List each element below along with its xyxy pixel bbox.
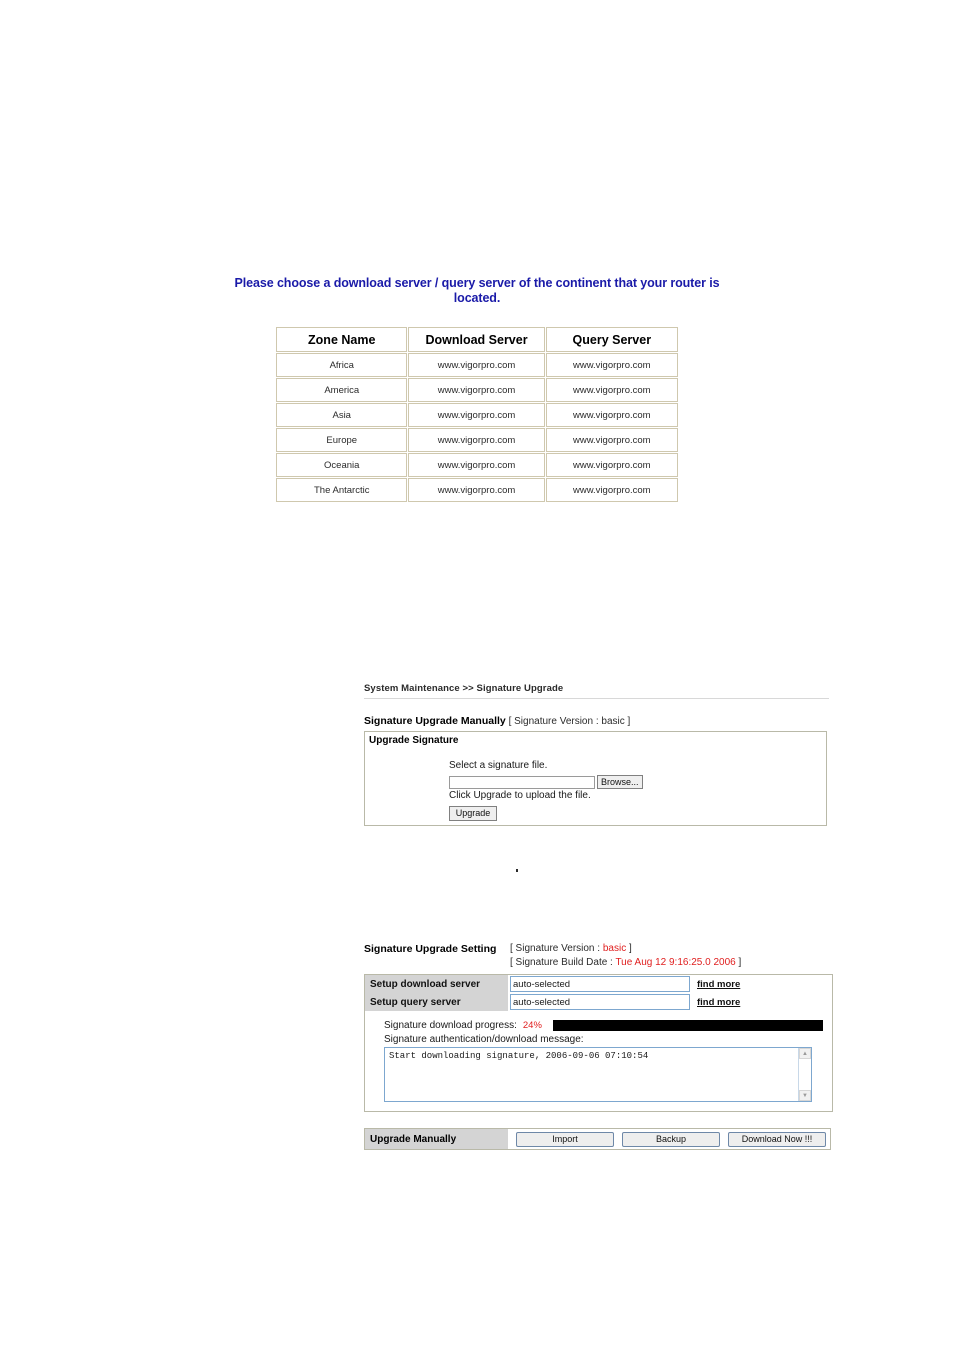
query-server-input[interactable] [510, 994, 690, 1010]
cell-download-server: www.vigorpro.com [408, 353, 545, 377]
cell-download-server: www.vigorpro.com [408, 403, 545, 427]
build-date-prefix: [ Signature Build Date : [510, 957, 616, 968]
upgrade-button[interactable]: Upgrade [449, 806, 497, 821]
setting-panel: Setup download server find more Setup qu… [364, 974, 833, 1112]
cell-download-server: www.vigorpro.com [408, 378, 545, 402]
message-label: Signature authentication/download messag… [384, 1034, 584, 1045]
download-message-box[interactable]: Start downloading signature, 2006-09-06 … [384, 1047, 812, 1102]
signature-build-date-line: [ Signature Build Date : Tue Aug 12 9:16… [510, 956, 741, 970]
table-row: Asia www.vigorpro.com www.vigorpro.com [276, 403, 678, 427]
zone-server-section: Please choose a download server / query … [0, 276, 954, 503]
manual-upgrade-title-row: Signature Upgrade Manually [ Signature V… [364, 715, 829, 728]
click-upgrade-hint: Click Upgrade to upload the file. [449, 790, 591, 801]
signature-version-meta: [ Signature Version : basic ] [508, 716, 631, 727]
zone-server-table: Zone Name Download Server Query Server A… [275, 326, 679, 503]
download-server-find-more-link[interactable]: find more [697, 979, 740, 990]
cell-query-server: www.vigorpro.com [545, 403, 678, 427]
upgrade-manually-action-bar: Upgrade Manually Import Backup Download … [364, 1128, 831, 1150]
page-title: Signature Upgrade Manually [364, 715, 506, 727]
cell-zone-name: Asia [276, 403, 408, 427]
upgrade-signature-box: Upgrade Signature Select a signature fil… [364, 731, 827, 826]
cell-query-server: www.vigorpro.com [545, 353, 678, 377]
progress-percent: 24% [522, 1020, 542, 1031]
breadcrumb: System Maintenance >> Signature Upgrade [364, 683, 829, 699]
table-row: Europe www.vigorpro.com www.vigorpro.com [276, 428, 678, 452]
cell-zone-name: Oceania [276, 453, 408, 477]
cell-zone-name: The Antarctic [276, 478, 408, 502]
table-row: Oceania www.vigorpro.com www.vigorpro.co… [276, 453, 678, 477]
column-header-zone-name: Zone Name [276, 327, 408, 352]
download-server-row: Setup download server find more [365, 975, 832, 993]
download-server-input[interactable] [510, 976, 690, 992]
query-server-find-more-link[interactable]: find more [697, 997, 740, 1008]
build-date-suffix: ] [735, 957, 742, 968]
upgrade-signature-box-title: Upgrade Signature [369, 735, 459, 746]
setting-meta-block: [ Signature Version : basic ] [ Signatur… [510, 942, 741, 970]
signature-version-line: [ Signature Version : basic ] [510, 942, 741, 956]
build-date-value: Tue Aug 12 9:16:25.0 2006 [615, 957, 736, 968]
query-server-label: Setup query server [365, 993, 508, 1011]
signature-file-input[interactable] [449, 775, 595, 789]
cell-query-server: www.vigorpro.com [545, 453, 678, 477]
signature-upgrade-setting-section: Signature Upgrade Setting [ Signature Ve… [364, 942, 839, 1112]
signature-upgrade-manual-section: System Maintenance >> Signature Upgrade … [364, 683, 829, 826]
version-suffix: ] [626, 943, 632, 954]
import-button[interactable]: Import [516, 1131, 614, 1147]
cell-query-server: www.vigorpro.com [545, 378, 678, 402]
file-input-row: Browse... [449, 775, 826, 789]
version-value: basic [602, 943, 627, 954]
message-scrollbar[interactable]: ▲ ▼ [798, 1048, 811, 1101]
backup-button[interactable]: Backup [622, 1131, 720, 1147]
progress-row: Signature download progress: 24% [384, 1020, 832, 1031]
table-header-row: Zone Name Download Server Query Server [276, 327, 678, 352]
progress-label: Signature download progress: [384, 1020, 517, 1031]
scroll-up-arrow-icon[interactable]: ▲ [799, 1048, 811, 1059]
query-server-row: Setup query server find more [365, 993, 832, 1011]
setting-title: Signature Upgrade Setting [364, 943, 497, 955]
table-row: Africa www.vigorpro.com www.vigorpro.com [276, 353, 678, 377]
cell-download-server: www.vigorpro.com [408, 453, 545, 477]
select-file-label: Select a signature file. [449, 760, 548, 771]
download-server-label: Setup download server [365, 975, 508, 993]
version-prefix: [ Signature Version : [510, 943, 603, 954]
upgrade-signature-form: Select a signature file. Browse... Click… [365, 746, 826, 821]
cell-download-server: www.vigorpro.com [408, 478, 545, 502]
cell-zone-name: America [276, 378, 408, 402]
panel-bottom-spacer [365, 1102, 832, 1111]
column-header-query-server: Query Server [545, 327, 678, 352]
cell-query-server: www.vigorpro.com [545, 428, 678, 452]
setting-header: Signature Upgrade Setting [ Signature Ve… [364, 942, 839, 970]
cell-query-server: www.vigorpro.com [545, 478, 678, 502]
column-header-download-server: Download Server [408, 327, 545, 352]
zone-section-heading: Please choose a download server / query … [234, 276, 720, 305]
progress-bar [552, 1020, 823, 1031]
page-dot-artifact [516, 869, 518, 872]
cell-zone-name: Europe [276, 428, 408, 452]
zone-table-wrapper: Zone Name Download Server Query Server A… [275, 326, 679, 503]
browse-button[interactable]: Browse... [597, 775, 643, 789]
download-message-text: Start downloading signature, 2006-09-06 … [389, 1051, 649, 1061]
action-bar-label: Upgrade Manually [365, 1129, 508, 1149]
scroll-down-arrow-icon[interactable]: ▼ [799, 1090, 811, 1101]
download-now-button[interactable]: Download Now !!! [728, 1131, 826, 1147]
cell-zone-name: Africa [276, 353, 408, 377]
table-row: America www.vigorpro.com www.vigorpro.co… [276, 378, 678, 402]
cell-download-server: www.vigorpro.com [408, 428, 545, 452]
download-progress-area: Signature download progress: 24% Signatu… [365, 1011, 832, 1102]
table-row: The Antarctic www.vigorpro.com www.vigor… [276, 478, 678, 502]
